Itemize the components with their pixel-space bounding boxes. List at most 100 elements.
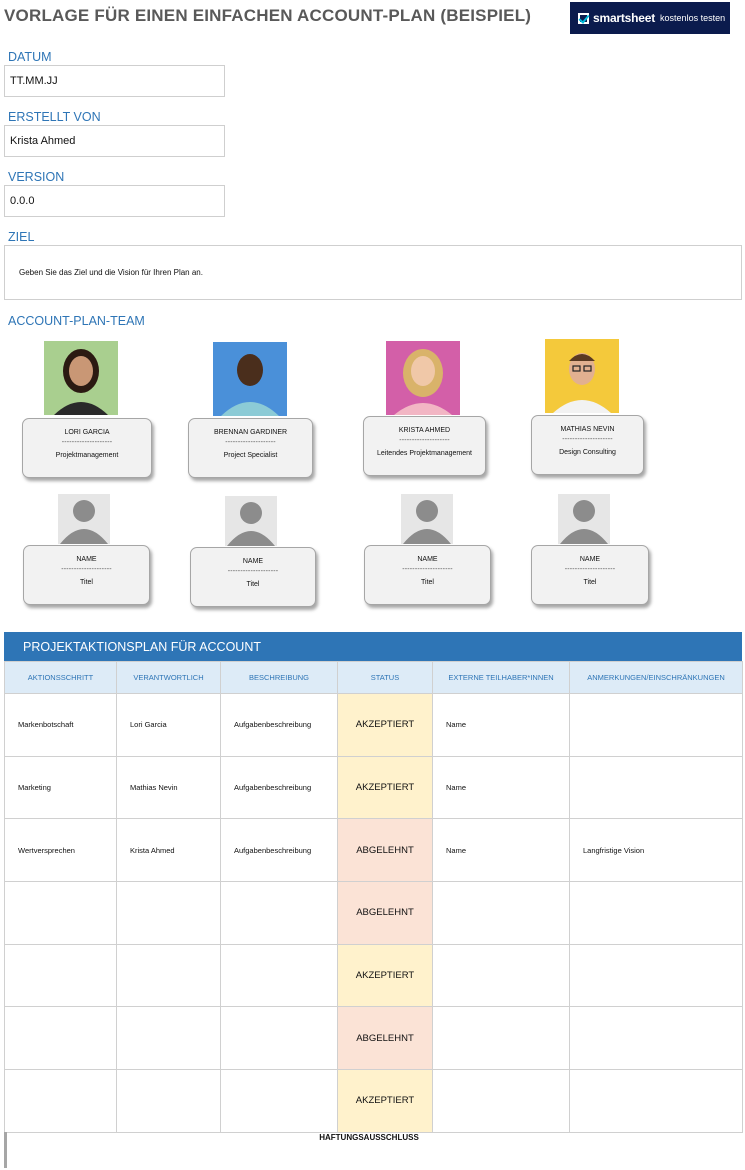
table-row: AKZEPTIERT — [4, 943, 743, 1008]
disclaimer-heading: HAFTUNGSAUSSCHLUSS — [319, 1133, 419, 1142]
member-photo-brennan-gardiner — [213, 342, 287, 416]
col-header-notes: ANMERKUNGEN/EINSCHRÄNKUNGEN — [569, 661, 743, 694]
cell-description[interactable]: Aufgabenbeschreibung — [220, 693, 338, 757]
status-badge[interactable]: AKZEPTIERT — [337, 693, 433, 757]
date-field[interactable]: TT.MM.JJ — [4, 65, 225, 97]
cell-owner[interactable]: Mathias Nevin — [116, 755, 221, 820]
placeholder-member-card: NAME -------------------- Titel — [531, 545, 649, 605]
member-name: NAME — [76, 556, 97, 563]
cell-notes[interactable] — [569, 943, 743, 1008]
cell-step[interactable]: Markenbotschaft — [4, 693, 117, 757]
member-role: Titel — [246, 581, 260, 588]
status-badge[interactable]: AKZEPTIERT — [337, 943, 433, 1008]
card-separator: -------------------- — [399, 437, 450, 444]
plan-title: PROJEKTAKTIONSPLAN FÜR ACCOUNT — [4, 632, 742, 661]
cell-description[interactable] — [220, 943, 338, 1008]
cell-notes[interactable] — [569, 755, 743, 820]
team-member-card: BRENNAN GARDINER -------------------- Pr… — [188, 418, 313, 478]
table-header-row: AKTIONSSCHRITT VERANTWORTLICH BESCHREIBU… — [4, 661, 743, 694]
cell-step[interactable] — [4, 1006, 117, 1071]
col-header-owner: VERANTWORTLICH — [116, 661, 221, 694]
table-row: AKZEPTIERT — [4, 1069, 743, 1133]
member-name: MATHIAS NEVIN — [560, 426, 615, 433]
table-row: Wertversprechen Krista Ahmed Aufgabenbes… — [4, 818, 743, 883]
cell-owner[interactable]: Lori Garcia — [116, 693, 221, 757]
status-badge[interactable]: AKZEPTIERT — [337, 1069, 433, 1133]
placeholder-avatar-icon — [558, 494, 610, 544]
member-name: NAME — [417, 556, 438, 563]
placeholder-member-card: NAME -------------------- Titel — [190, 547, 316, 607]
date-label: DATUM — [8, 50, 52, 64]
col-header-action-step: AKTIONSSCHRITT — [4, 661, 117, 694]
card-separator: -------------------- — [402, 566, 453, 573]
placeholder-avatar-icon — [58, 494, 110, 544]
cell-step[interactable]: Wertversprechen — [4, 818, 117, 883]
cell-description[interactable] — [220, 1069, 338, 1133]
status-badge[interactable]: ABGELEHNT — [337, 818, 433, 883]
cell-stakeholders[interactable]: Name — [432, 693, 570, 757]
member-role: Titel — [583, 579, 597, 586]
placeholder-avatar-icon — [225, 496, 277, 546]
goal-field[interactable]: Geben Sie das Ziel und die Vision für Ih… — [4, 245, 742, 300]
team-member-card: KRISTA AHMED -------------------- Leiten… — [363, 416, 486, 476]
card-separator: -------------------- — [61, 439, 113, 446]
cell-stakeholders[interactable] — [432, 1006, 570, 1071]
cell-step[interactable] — [4, 943, 117, 1008]
member-name: LORI GARCIA — [64, 429, 110, 436]
cell-notes[interactable] — [569, 1006, 743, 1071]
cell-step[interactable] — [4, 1069, 117, 1133]
member-role: Titel — [421, 579, 434, 586]
card-separator: -------------------- — [61, 566, 112, 573]
member-role: Leitendes Projektmanagement — [377, 450, 472, 457]
cell-notes[interactable]: Langfristige Vision — [569, 818, 743, 883]
member-role: Project Specialist — [223, 452, 278, 459]
col-header-description: BESCHREIBUNG — [220, 661, 338, 694]
team-label: ACCOUNT-PLAN-TEAM — [8, 314, 145, 328]
cell-owner[interactable] — [116, 881, 221, 945]
cell-step[interactable]: Marketing — [4, 755, 117, 820]
brand-name: smartsheet — [593, 11, 656, 25]
card-separator: -------------------- — [564, 566, 616, 573]
member-role: Titel — [80, 579, 93, 586]
member-name: KRISTA AHMED — [398, 427, 451, 434]
table-row: Markenbotschaft Lori Garcia Aufgabenbesc… — [4, 693, 743, 757]
cell-stakeholders[interactable] — [432, 943, 570, 1008]
cell-description[interactable]: Aufgabenbeschreibung — [220, 755, 338, 820]
version-label: VERSION — [8, 170, 65, 184]
placeholder-member-card: NAME -------------------- Titel — [23, 545, 150, 605]
cell-notes[interactable] — [569, 1069, 743, 1133]
cell-owner[interactable] — [116, 943, 221, 1008]
cell-stakeholders[interactable]: Name — [432, 818, 570, 883]
cell-description[interactable] — [220, 1006, 338, 1071]
author-field[interactable]: Krista Ahmed — [4, 125, 225, 157]
cell-stakeholders[interactable] — [432, 881, 570, 945]
table-row: ABGELEHNT — [4, 1006, 743, 1071]
col-header-status: STATUS — [337, 661, 433, 694]
version-field[interactable]: 0.0.0 — [4, 185, 225, 217]
cell-notes[interactable] — [569, 881, 743, 945]
member-photo-lori-garcia — [44, 341, 118, 415]
status-badge[interactable]: ABGELEHNT — [337, 1006, 433, 1071]
cell-description[interactable] — [220, 881, 338, 945]
smartsheet-trial-button[interactable]: smartsheet kostenlos testen — [570, 2, 730, 34]
cell-notes[interactable] — [569, 693, 743, 757]
member-role: Projektmanagement — [55, 452, 119, 459]
page-title: VORLAGE FÜR EINEN EINFACHEN ACCOUNT-PLAN… — [4, 6, 532, 25]
status-badge[interactable]: ABGELEHNT — [337, 881, 433, 945]
cell-owner[interactable] — [116, 1006, 221, 1071]
cell-stakeholders[interactable] — [432, 1069, 570, 1133]
cell-stakeholders[interactable]: Name — [432, 755, 570, 820]
placeholder-avatar-icon — [401, 494, 453, 544]
action-plan-table: AKTIONSSCHRITT VERANTWORTLICH BESCHREIBU… — [4, 661, 743, 1133]
cell-owner[interactable]: Krista Ahmed — [116, 818, 221, 883]
card-separator: -------------------- — [225, 439, 276, 446]
table-row: ABGELEHNT — [4, 881, 743, 945]
col-header-stakeholders: EXTERNE TEILHABER*INNEN — [432, 661, 570, 694]
smartsheet-logo-icon — [578, 12, 589, 24]
cell-owner[interactable] — [116, 1069, 221, 1133]
cell-step[interactable] — [4, 881, 117, 945]
status-badge[interactable]: AKZEPTIERT — [337, 755, 433, 820]
placeholder-member-card: NAME -------------------- Titel — [364, 545, 491, 605]
cell-description[interactable]: Aufgabenbeschreibung — [220, 818, 338, 883]
member-name: NAME — [579, 556, 601, 563]
